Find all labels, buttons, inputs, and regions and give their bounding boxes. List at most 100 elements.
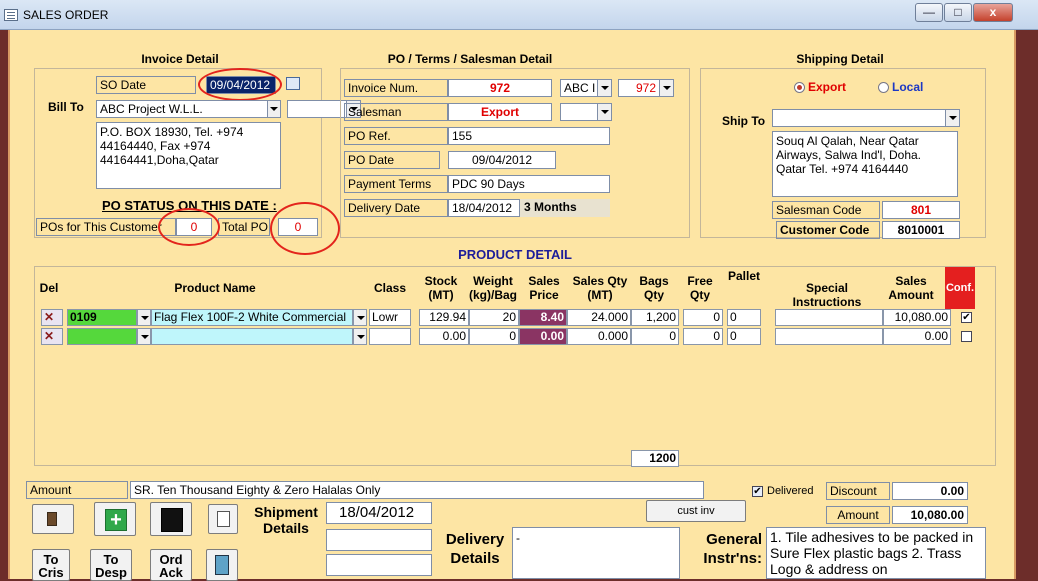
discount-field[interactable]: 0.00 bbox=[892, 482, 968, 500]
delivered-checkbox[interactable]: ✔ bbox=[752, 486, 763, 497]
class[interactable]: Lowr bbox=[369, 309, 411, 326]
delivery-date-label: Delivery Date bbox=[344, 199, 448, 217]
calendar-icon[interactable] bbox=[286, 77, 300, 90]
product-name-dropdown[interactable] bbox=[353, 328, 367, 345]
local-radio-label[interactable]: Local bbox=[892, 80, 923, 94]
local-radio[interactable] bbox=[878, 82, 889, 93]
delete-row-icon[interactable]: ✕ bbox=[41, 309, 63, 326]
free-qty[interactable]: 0 bbox=[683, 309, 723, 326]
weight[interactable]: 20 bbox=[469, 309, 519, 326]
chevron-down-icon bbox=[354, 329, 366, 344]
bags-qty[interactable]: 1,200 bbox=[631, 309, 679, 326]
conf-checkbox[interactable]: ✔ bbox=[961, 312, 972, 323]
salesman-dropdown[interactable] bbox=[560, 103, 612, 121]
amount-words-label: Amount bbox=[26, 481, 128, 499]
print-preview-button[interactable] bbox=[208, 504, 238, 534]
cust-inv-button[interactable]: cust inv bbox=[646, 500, 746, 522]
sales-amount[interactable]: 10,080.00 bbox=[883, 309, 951, 326]
form-icon bbox=[4, 9, 18, 21]
special-instructions[interactable] bbox=[775, 328, 883, 345]
exit-button[interactable] bbox=[32, 504, 74, 534]
product-code[interactable]: 0109 bbox=[67, 309, 137, 326]
invoice-num2-dropdown[interactable]: 972 bbox=[618, 79, 674, 97]
col-conf: Conf. bbox=[945, 267, 975, 309]
shipment-extra-field-2[interactable] bbox=[326, 554, 432, 576]
export-radio-label[interactable]: Export bbox=[808, 80, 846, 94]
invoice-prefix-dropdown[interactable]: ABC I bbox=[560, 79, 612, 97]
highlight-circle bbox=[158, 208, 220, 246]
export-radio[interactable] bbox=[794, 82, 805, 93]
bill-to-address[interactable]: P.O. BOX 18930, Tel. +974 44164440, Fax … bbox=[96, 122, 281, 189]
invoice-num-field[interactable]: 972 bbox=[448, 79, 552, 97]
chevron-down-icon bbox=[659, 80, 673, 96]
payment-terms-field[interactable]: PDC 90 Days bbox=[448, 175, 610, 193]
so-date-label: SO Date bbox=[96, 76, 196, 94]
product-name-dropdown[interactable] bbox=[353, 309, 367, 326]
discount-label: Discount bbox=[826, 482, 890, 500]
minimize-button[interactable]: — bbox=[915, 3, 943, 22]
salesman-field[interactable]: Export bbox=[448, 103, 552, 121]
ship-to-dropdown[interactable] bbox=[772, 109, 960, 127]
class[interactable] bbox=[369, 328, 411, 345]
preview-icon bbox=[217, 511, 230, 527]
chevron-down-icon bbox=[268, 101, 280, 117]
customer-code-field[interactable]: 8010001 bbox=[882, 221, 960, 239]
bill-to-dropdown[interactable] bbox=[267, 100, 281, 118]
stock[interactable]: 129.94 bbox=[419, 309, 469, 326]
general-instr-field[interactable]: 1. Tile adhesives to be packed in Sure F… bbox=[766, 527, 986, 579]
pos-for-customer-label: POs for This Customer bbox=[36, 218, 176, 236]
pallet[interactable]: 0 bbox=[727, 328, 761, 345]
sales-qty[interactable]: 0.000 bbox=[567, 328, 631, 345]
col-product-name: Product Name bbox=[174, 281, 256, 295]
ship-to-label: Ship To bbox=[722, 114, 766, 128]
save-button[interactable] bbox=[150, 502, 192, 536]
conf-checkbox[interactable] bbox=[961, 331, 972, 342]
free-qty[interactable]: 0 bbox=[683, 328, 723, 345]
delivery-details-field[interactable]: - bbox=[512, 527, 680, 579]
bill-to-field[interactable]: ABC Project W.L.L. bbox=[96, 100, 271, 118]
form-body: Invoice Detail SO Date 09/04/2012 Bill T… bbox=[8, 30, 1016, 581]
stock[interactable]: 0.00 bbox=[419, 328, 469, 345]
to-desp-button[interactable]: To Desp bbox=[90, 549, 132, 581]
chevron-down-icon bbox=[354, 310, 366, 325]
weight[interactable]: 0 bbox=[469, 328, 519, 345]
shipment-extra-field-1[interactable] bbox=[326, 529, 432, 551]
invoice-prefix-value: ABC I bbox=[564, 81, 596, 95]
special-instructions[interactable] bbox=[775, 309, 883, 326]
shipment-date-field[interactable]: 18/04/2012 bbox=[326, 502, 432, 524]
floppy-save-icon bbox=[161, 508, 183, 532]
pallet[interactable]: 0 bbox=[727, 309, 761, 326]
product-name[interactable]: Flag Flex 100F-2 White Commercial bbox=[151, 309, 353, 326]
po-ref-field[interactable]: 155 bbox=[448, 127, 610, 145]
salesman-label: Salesman bbox=[344, 103, 448, 121]
bill-to-label: Bill To bbox=[48, 100, 84, 114]
product-name[interactable] bbox=[151, 328, 353, 345]
product-code[interactable] bbox=[67, 328, 137, 345]
invoice-num-label: Invoice Num. bbox=[344, 79, 448, 97]
ord-ack-button[interactable]: Ord Ack bbox=[150, 549, 192, 581]
product-code-dropdown[interactable] bbox=[137, 328, 151, 345]
delivery-period: 3 Months bbox=[520, 199, 610, 217]
close-button[interactable]: x bbox=[973, 3, 1013, 22]
col-sales-amount: Sales Amount bbox=[888, 274, 934, 302]
add-button[interactable]: + bbox=[94, 502, 136, 536]
ship-to-address[interactable]: Souq Al Qalah, Near Qatar Airways, Salwa… bbox=[772, 131, 958, 197]
window-title: SALES ORDER bbox=[23, 8, 109, 22]
maximize-button[interactable]: □ bbox=[944, 3, 972, 22]
delivery-date-field[interactable]: 18/04/2012 bbox=[448, 199, 520, 217]
sales-amount[interactable]: 0.00 bbox=[883, 328, 951, 345]
customer-code-label: Customer Code bbox=[776, 221, 880, 239]
col-pallet: Pallet bbox=[727, 269, 760, 283]
product-code-dropdown[interactable] bbox=[137, 309, 151, 326]
delete-row-icon[interactable]: ✕ bbox=[41, 328, 63, 345]
salesman-code-field[interactable]: 801 bbox=[882, 201, 960, 219]
sales-price[interactable]: 8.40 bbox=[519, 309, 567, 326]
to-cris-button[interactable]: To Cris bbox=[32, 549, 70, 581]
product-detail-title: PRODUCT DETAIL bbox=[458, 247, 572, 262]
invoice-detail-title: Invoice Detail bbox=[141, 52, 219, 66]
bags-qty[interactable]: 0 bbox=[631, 328, 679, 345]
sales-price[interactable]: 0.00 bbox=[519, 328, 567, 345]
notebook-button[interactable] bbox=[206, 549, 238, 581]
sales-qty[interactable]: 24.000 bbox=[567, 309, 631, 326]
po-date-field[interactable]: 09/04/2012 bbox=[448, 151, 556, 169]
